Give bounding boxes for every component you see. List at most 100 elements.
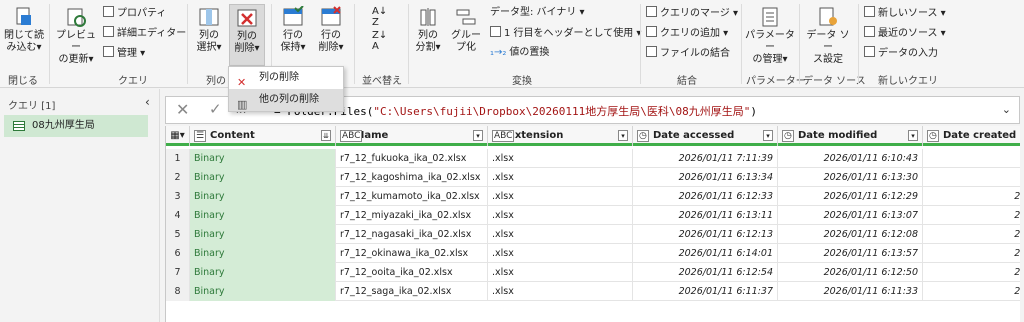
- table-cell-ext[interactable]: .xlsx: [488, 168, 633, 187]
- keep-rows-button[interactable]: 行の 保持▾: [276, 6, 310, 54]
- formula-text[interactable]: = Folder.Files("C:\Users\fujii\Dropbox\2…: [274, 103, 757, 119]
- table-cell-created[interactable]: 2025/12/: [923, 149, 1020, 168]
- table-row[interactable]: 7 Binary r7_12_ooita_ika_02.xlsx .xlsx 2026/…: [166, 263, 1020, 282]
- row-number[interactable]: 6: [166, 244, 190, 263]
- binary-type-icon[interactable]: ☰: [194, 130, 207, 142]
- properties-button[interactable]: プロパティ: [103, 6, 166, 21]
- table-cell-created[interactable]: 2025/12/0: [923, 225, 1020, 244]
- datetime-type-icon[interactable]: ◷: [782, 130, 794, 142]
- expand-formula-icon[interactable]: ⌄: [1002, 103, 1011, 116]
- table-cell-name[interactable]: r7_12_ooita_ika_02.xlsx: [336, 263, 488, 282]
- table-cell-modified[interactable]: 2026/01/11 6:13:07: [778, 206, 923, 225]
- row-number[interactable]: 8: [166, 282, 190, 301]
- group-by-button[interactable]: グルー プ化: [448, 6, 484, 54]
- table-cell-modified[interactable]: 2026/01/11 6:13:57: [778, 244, 923, 263]
- close-and-load-button[interactable]: 閉じて読 み込む▾: [4, 6, 44, 54]
- text-type-icon[interactable]: ABC: [492, 130, 515, 142]
- confirm-formula-icon[interactable]: ✓: [209, 100, 222, 118]
- menu-item-remove-columns[interactable]: ✕ 列の削除: [229, 67, 343, 89]
- use-first-row-header-button[interactable]: 1 行目をヘッダーとして使用 ▾: [490, 26, 641, 41]
- table-cell-modified[interactable]: 2026/01/11 6:12:29: [778, 187, 923, 206]
- table-cell-name[interactable]: r7_12_kagoshima_ika_02.xlsx: [336, 168, 488, 187]
- table-cell-created[interactable]: 2025/12/0: [923, 187, 1020, 206]
- table-row[interactable]: 2 Binary r7_12_kagoshima_ika_02.xlsx .xlsx 2…: [166, 168, 1020, 187]
- table-cell-content[interactable]: Binary: [190, 282, 336, 301]
- table-cell-modified[interactable]: 2026/01/11 6:11:33: [778, 282, 923, 301]
- table-cell-ext[interactable]: .xlsx: [488, 206, 633, 225]
- filter-dropdown-icon[interactable]: ▾: [763, 130, 773, 141]
- row-number[interactable]: 3: [166, 187, 190, 206]
- row-number[interactable]: 4: [166, 206, 190, 225]
- table-cell-modified[interactable]: 2026/01/11 6:10:43: [778, 149, 923, 168]
- split-column-button[interactable]: 列の 分割▾: [412, 6, 444, 54]
- refresh-preview-button[interactable]: プレビュー の更新▾: [54, 6, 98, 66]
- remove-rows-button[interactable]: 行の 削除▾: [314, 6, 348, 54]
- row-number[interactable]: 2: [166, 168, 190, 187]
- column-header-extension[interactable]: ABC Extension ▾: [488, 126, 633, 146]
- sort-ascending-button[interactable]: A↓ Z: [372, 6, 387, 28]
- table-cell-name[interactable]: r7_12_okinawa_ika_02.xlsx: [336, 244, 488, 263]
- new-source-button[interactable]: 新しいソース ▾: [864, 6, 946, 21]
- expand-binary-icon[interactable]: ⇊: [321, 130, 331, 141]
- filter-dropdown-icon[interactable]: ▾: [473, 130, 483, 141]
- table-cell-created[interactable]: 2025/12/: [923, 168, 1020, 187]
- column-header-name[interactable]: ABC Name ▾: [336, 126, 488, 146]
- column-header-content[interactable]: ☰ Content ⇊: [190, 126, 336, 146]
- collapse-pane-icon[interactable]: ‹: [145, 95, 150, 109]
- replace-values-button[interactable]: ₁→₂ 値の置換: [490, 46, 549, 60]
- table-row[interactable]: 1 Binary r7_12_fukuoka_ika_02.xlsx .xlsx 202…: [166, 149, 1020, 168]
- table-cell-ext[interactable]: .xlsx: [488, 225, 633, 244]
- table-cell-ext[interactable]: .xlsx: [488, 263, 633, 282]
- append-queries-button[interactable]: クエリの追加 ▾: [646, 26, 728, 41]
- table-row[interactable]: 6 Binary r7_12_okinawa_ika_02.xlsx .xlsx 202…: [166, 244, 1020, 263]
- table-cell-accessed[interactable]: 2026/01/11 6:13:34: [633, 168, 778, 187]
- choose-columns-button[interactable]: 列の 選択▾: [192, 6, 226, 54]
- table-cell-content[interactable]: Binary: [190, 168, 336, 187]
- table-cell-ext[interactable]: .xlsx: [488, 244, 633, 263]
- table-row[interactable]: 3 Binary r7_12_kumamoto_ika_02.xlsx .xlsx 20…: [166, 187, 1020, 206]
- data-type-dropdown[interactable]: データ型: バイナリ ▾: [490, 6, 585, 20]
- table-cell-accessed[interactable]: 2026/01/11 6:13:11: [633, 206, 778, 225]
- table-cell-modified[interactable]: 2026/01/11 6:12:08: [778, 225, 923, 244]
- table-cell-accessed[interactable]: 2026/01/11 6:11:37: [633, 282, 778, 301]
- table-cell-name[interactable]: r7_12_fukuoka_ika_02.xlsx: [336, 149, 488, 168]
- table-cell-ext[interactable]: .xlsx: [488, 282, 633, 301]
- query-item[interactable]: 08九州厚生局: [4, 115, 148, 137]
- advanced-editor-button[interactable]: 詳細エディター: [103, 26, 186, 41]
- table-cell-created[interactable]: 2025/12/0: [923, 206, 1020, 225]
- table-row[interactable]: 4 Binary r7_12_miyazaki_ika_02.xlsx .xlsx 20…: [166, 206, 1020, 225]
- column-header-date-modified[interactable]: ◷ Date modified ▾: [778, 126, 923, 146]
- table-cell-content[interactable]: Binary: [190, 244, 336, 263]
- table-cell-name[interactable]: r7_12_saga_ika_02.xlsx: [336, 282, 488, 301]
- datetime-type-icon[interactable]: ◷: [637, 130, 649, 142]
- table-cell-created[interactable]: 2025/12/0: [923, 282, 1020, 301]
- text-type-icon[interactable]: ABC: [340, 130, 363, 142]
- merge-queries-button[interactable]: クエリのマージ ▾: [646, 6, 738, 21]
- table-cell-accessed[interactable]: 2026/01/11 7:11:39: [633, 149, 778, 168]
- enter-data-button[interactable]: データの入力: [864, 46, 938, 61]
- filter-dropdown-icon[interactable]: ▾: [618, 130, 628, 141]
- data-source-settings-button[interactable]: データ ソー ス設定: [803, 6, 853, 66]
- datetime-type-icon[interactable]: ◷: [927, 130, 939, 142]
- table-cell-accessed[interactable]: 2026/01/11 6:12:13: [633, 225, 778, 244]
- table-row[interactable]: 5 Binary r7_12_nagasaki_ika_02.xlsx .xlsx 20…: [166, 225, 1020, 244]
- menu-item-remove-other-columns[interactable]: ▥ 他の列の削除: [229, 89, 343, 111]
- combine-files-button[interactable]: ファイルの結合: [646, 46, 730, 61]
- column-header-date-accessed[interactable]: ◷ Date accessed ▾: [633, 126, 778, 146]
- filter-dropdown-icon[interactable]: ▾: [908, 130, 918, 141]
- table-cell-name[interactable]: r7_12_kumamoto_ika_02.xlsx: [336, 187, 488, 206]
- row-number[interactable]: 7: [166, 263, 190, 282]
- remove-columns-button[interactable]: 列の 削除▾: [229, 4, 265, 66]
- table-cell-modified[interactable]: 2026/01/11 6:12:50: [778, 263, 923, 282]
- table-cell-created[interactable]: 2025/12/0: [923, 263, 1020, 282]
- table-cell-accessed[interactable]: 2026/01/11 6:14:01: [633, 244, 778, 263]
- table-cell-content[interactable]: Binary: [190, 187, 336, 206]
- manage-parameters-button[interactable]: パラメーター の管理▾: [744, 6, 796, 66]
- table-cell-accessed[interactable]: 2026/01/11 6:12:33: [633, 187, 778, 206]
- table-cell-content[interactable]: Binary: [190, 225, 336, 244]
- table-cell-content[interactable]: Binary: [190, 263, 336, 282]
- sort-descending-button[interactable]: Z↓ A: [372, 30, 387, 52]
- table-cell-name[interactable]: r7_12_nagasaki_ika_02.xlsx: [336, 225, 488, 244]
- table-cell-content[interactable]: Binary: [190, 149, 336, 168]
- table-cell-accessed[interactable]: 2026/01/11 6:12:54: [633, 263, 778, 282]
